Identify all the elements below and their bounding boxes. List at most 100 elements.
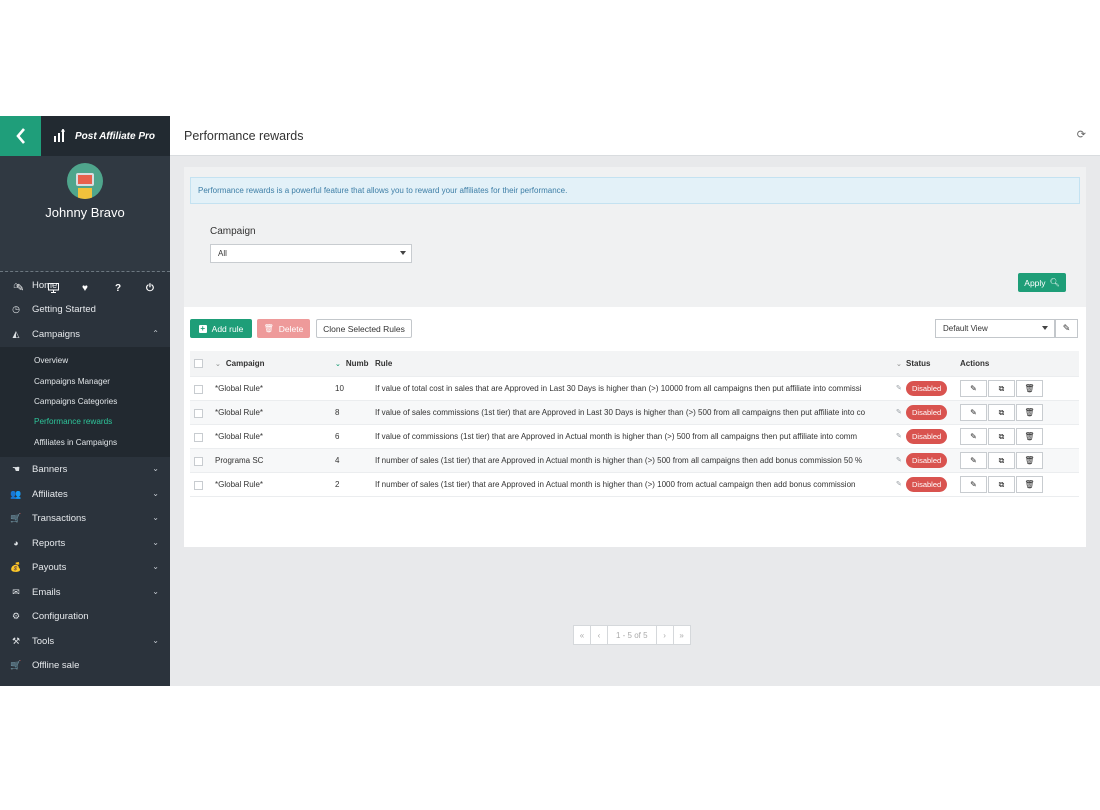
collapse-sidebar-button[interactable] bbox=[0, 116, 41, 156]
table-row[interactable]: *Global Rule* 2 If number of sales (1st … bbox=[190, 473, 1079, 497]
cell-rule: If value of total cost in sales that are… bbox=[375, 384, 862, 393]
pencil-icon[interactable]: ✎ bbox=[896, 384, 902, 392]
first-page-button[interactable]: « bbox=[573, 625, 591, 645]
sidebar-item-tools[interactable]: ⚒ Tools ⌄ bbox=[0, 629, 170, 654]
apply-button[interactable]: Apply 🔍︎ bbox=[1018, 273, 1066, 292]
user-name: Johnny Bravo bbox=[45, 205, 125, 220]
table-row[interactable]: *Global Rule* 10 If value of total cost … bbox=[190, 377, 1079, 401]
delete-row-button[interactable]: 🗑︎ bbox=[1016, 428, 1043, 445]
view-select[interactable]: Default View bbox=[935, 319, 1055, 338]
delete-row-button[interactable]: 🗑︎ bbox=[1016, 476, 1043, 493]
refresh-icon[interactable]: ⟳ bbox=[1077, 128, 1086, 141]
submenu-item-campaigns-manager[interactable]: Campaigns Manager bbox=[0, 371, 170, 391]
sidebar-item-label: Offline sale bbox=[32, 660, 80, 672]
copy-button[interactable]: ⧉ bbox=[988, 380, 1015, 397]
page-info: 1 - 5 of 5 bbox=[607, 625, 657, 645]
sidebar-item-getting-started[interactable]: ◷ Getting Started bbox=[0, 298, 170, 323]
edit-button[interactable]: ✎ bbox=[960, 452, 987, 469]
logo[interactable]: Post Affiliate Pro bbox=[41, 116, 170, 156]
sidebar-item-label: Transactions bbox=[32, 513, 87, 525]
envelope-icon: ✉ bbox=[12, 586, 20, 597]
sidebar-item-emails[interactable]: ✉ Emails ⌄ bbox=[0, 580, 170, 605]
edit-button[interactable]: ✎ bbox=[960, 428, 987, 445]
row-checkbox[interactable] bbox=[194, 385, 203, 394]
table-row[interactable]: *Global Rule* 8 If value of sales commis… bbox=[190, 401, 1079, 425]
sidebar-item-affiliates[interactable]: 👥 Affiliates ⌄ bbox=[0, 482, 170, 507]
submenu-item-affiliates-in-campaigns[interactable]: Affiliates in Campaigns bbox=[0, 432, 170, 452]
status-badge[interactable]: Disabled bbox=[906, 381, 948, 396]
row-checkbox[interactable] bbox=[194, 481, 203, 490]
sidebar-item-banners[interactable]: ☚ Banners ⌄ bbox=[0, 457, 170, 482]
sidebar-item-offline-sale[interactable]: 🛒 Offline sale bbox=[0, 653, 170, 678]
clone-selected-rules-button[interactable]: Clone Selected Rules bbox=[316, 319, 412, 338]
table-row[interactable]: Programa SC 4 If number of sales (1st ti… bbox=[190, 449, 1079, 473]
sidebar-item-reports[interactable]: ◕ Reports ⌄ bbox=[0, 531, 170, 556]
sidebar-item-label: Campaigns bbox=[32, 328, 81, 340]
delete-row-button[interactable]: 🗑︎ bbox=[1016, 404, 1043, 421]
add-rule-button[interactable]: + Add rule bbox=[190, 319, 252, 338]
delete-row-button[interactable]: 🗑︎ bbox=[1016, 452, 1043, 469]
copy-button[interactable]: ⧉ bbox=[988, 428, 1015, 445]
status-badge[interactable]: Disabled bbox=[906, 477, 948, 492]
sidebar-item-payouts[interactable]: 💰 Payouts ⌄ bbox=[0, 555, 170, 580]
campaign-filter-select[interactable]: All bbox=[210, 244, 412, 263]
home-icon: ⌂ bbox=[13, 280, 19, 291]
status-badge[interactable]: Disabled bbox=[906, 453, 948, 468]
sidebar-item-home[interactable]: ⌂ Home bbox=[0, 273, 170, 298]
status-badge[interactable]: Disabled bbox=[906, 405, 948, 420]
pagination: « ‹ 1 - 5 of 5 › » bbox=[573, 625, 691, 645]
edit-button[interactable]: ✎ bbox=[960, 380, 987, 397]
row-checkbox[interactable] bbox=[194, 409, 203, 418]
column-header-status[interactable]: Status bbox=[906, 351, 956, 376]
sidebar-item-configuration[interactable]: ⚙ Configuration bbox=[0, 604, 170, 629]
cell-rule: If value of commissions (1st tier) that … bbox=[375, 432, 858, 441]
submenu-item-performance-rewards[interactable]: Performance rewards bbox=[0, 412, 170, 432]
pie-chart-icon: ◕ bbox=[13, 538, 19, 549]
pencil-icon: ✎ bbox=[970, 480, 977, 489]
cell-status: Disabled bbox=[906, 449, 956, 472]
copy-button[interactable]: ⧉ bbox=[988, 404, 1015, 421]
submenu-item-overview[interactable]: Overview bbox=[0, 351, 170, 371]
copy-button[interactable]: ⧉ bbox=[988, 476, 1015, 493]
stopwatch-icon: ◷ bbox=[12, 304, 20, 315]
cell-actions: ✎ ⧉ 🗑︎ bbox=[960, 449, 1080, 472]
copy-icon: ⧉ bbox=[998, 479, 1005, 489]
prev-page-button[interactable]: ‹ bbox=[590, 625, 608, 645]
row-checkbox[interactable] bbox=[194, 457, 203, 466]
select-all-checkbox[interactable] bbox=[194, 359, 203, 368]
table-row[interactable]: *Global Rule* 6 If value of commissions … bbox=[190, 425, 1079, 449]
chevron-down-icon: ⌄ bbox=[215, 360, 221, 368]
edit-button[interactable]: ✎ bbox=[960, 404, 987, 421]
column-header-status-sort[interactable]: ⌄ bbox=[896, 351, 906, 376]
edit-view-button[interactable]: ✎ bbox=[1055, 319, 1078, 338]
chevron-down-icon: ⌄ bbox=[335, 360, 341, 368]
cell-number: 6 bbox=[335, 432, 340, 441]
trash-icon: 🗑︎ bbox=[1024, 432, 1035, 441]
logo-icon bbox=[54, 129, 65, 142]
delete-row-button[interactable]: 🗑︎ bbox=[1016, 380, 1043, 397]
pencil-icon[interactable]: ✎ bbox=[896, 480, 902, 488]
trash-icon: 🗑︎ bbox=[1024, 480, 1035, 489]
sidebar-item-campaigns[interactable]: ◭ Campaigns ⌃ bbox=[0, 322, 170, 347]
column-header-number[interactable]: ⌄ Numb bbox=[335, 351, 370, 376]
submenu-item-campaigns-categories[interactable]: Campaigns Categories bbox=[0, 391, 170, 411]
pencil-icon[interactable]: ✎ bbox=[896, 456, 902, 464]
sidebar-item-transactions[interactable]: 🛒 Transactions ⌄ bbox=[0, 506, 170, 531]
chevron-down-icon: ⌄ bbox=[152, 562, 159, 572]
edit-button[interactable]: ✎ bbox=[960, 476, 987, 493]
pencil-icon[interactable]: ✎ bbox=[896, 408, 902, 416]
avatar[interactable] bbox=[67, 163, 103, 199]
next-page-button[interactable]: › bbox=[655, 625, 674, 645]
pencil-icon[interactable]: ✎ bbox=[896, 432, 902, 440]
column-header-campaign[interactable]: ⌄ Campaign bbox=[215, 351, 330, 376]
status-badge[interactable]: Disabled bbox=[906, 429, 948, 444]
column-header-rule[interactable]: Rule bbox=[375, 351, 895, 376]
last-page-button[interactable]: » bbox=[672, 625, 691, 645]
cell-actions: ✎ ⧉ 🗑︎ bbox=[960, 401, 1080, 424]
row-checkbox[interactable] bbox=[194, 433, 203, 442]
plus-square-icon: + bbox=[198, 323, 207, 333]
delete-button[interactable]: 🗑︎ Delete bbox=[257, 319, 310, 338]
main-content: Performance rewards is a powerful featur… bbox=[184, 167, 1086, 645]
copy-button[interactable]: ⧉ bbox=[988, 452, 1015, 469]
cell-status: Disabled bbox=[906, 377, 956, 400]
